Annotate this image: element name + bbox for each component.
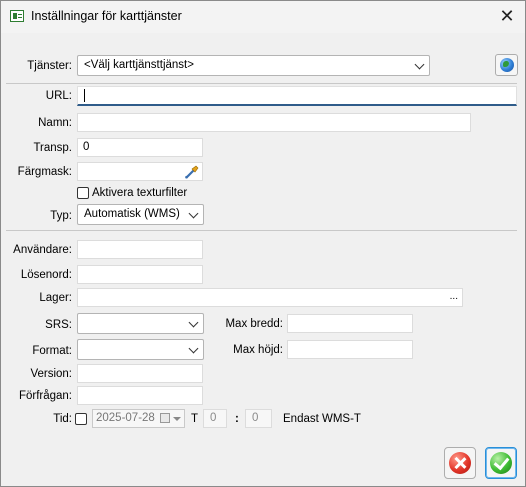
chevron-down-icon <box>188 343 199 354</box>
globe-button[interactable] <box>495 54 518 76</box>
format-label: Format: <box>32 345 72 357</box>
minute-input: 0 <box>245 409 272 428</box>
colormask-label: Färgmask: <box>17 166 72 178</box>
max-height-input[interactable] <box>287 340 413 359</box>
colormask-input[interactable] <box>77 162 203 181</box>
transp-input[interactable]: 0 <box>77 138 203 157</box>
chevron-down-icon <box>188 317 199 328</box>
version-label: Version: <box>30 368 72 380</box>
srs-label: SRS: <box>45 319 72 331</box>
wms-t-note: Endast WMS-T <box>283 413 361 425</box>
text-caret <box>84 89 85 102</box>
separator <box>6 230 517 231</box>
date-picker: 2025-07-28 <box>92 409 185 428</box>
hour-input: 0 <box>203 409 227 428</box>
url-input[interactable] <box>77 86 517 106</box>
request-input[interactable] <box>77 386 203 405</box>
layers-browse-button[interactable]: ... <box>450 291 458 302</box>
texture-filter-label: Aktivera texturfilter <box>92 187 188 199</box>
password-label: Lösenord: <box>20 269 72 281</box>
time-colon: : <box>235 413 239 425</box>
title-bar: Inställningar för karttjänster ✕ <box>1 1 525 33</box>
user-input[interactable] <box>77 240 203 259</box>
globe-icon <box>500 58 514 72</box>
cancel-icon <box>449 452 471 474</box>
eyedropper-icon[interactable] <box>184 164 200 179</box>
services-label: Tjänster: <box>27 60 72 72</box>
dialog-window: Inställningar för karttjänster ✕ Tjänste… <box>0 0 526 487</box>
app-icon <box>10 10 24 22</box>
texture-filter-checkbox[interactable] <box>77 187 89 199</box>
close-icon[interactable]: ✕ <box>489 1 525 33</box>
type-label: Typ: <box>50 210 72 222</box>
layers-label: Lager: <box>39 292 72 304</box>
url-label: URL: <box>45 90 72 102</box>
window-title: Inställningar för karttjänster <box>31 9 182 23</box>
time-label: Tid: <box>53 413 72 425</box>
max-height-label: Max höjd: <box>233 344 283 356</box>
format-select[interactable] <box>77 339 204 360</box>
transp-label: Transp. <box>33 142 72 154</box>
cancel-button[interactable] <box>444 447 476 479</box>
time-t-label: T <box>191 413 199 425</box>
layers-input[interactable]: ... <box>77 288 463 307</box>
max-width-label: Max bredd: <box>225 318 283 330</box>
user-label: Användare: <box>13 244 72 256</box>
type-select[interactable]: Automatisk (WMS) <box>77 204 204 225</box>
password-input[interactable] <box>77 265 203 284</box>
request-label: Förfrågan: <box>18 390 72 402</box>
type-selected-value: Automatisk (WMS) <box>84 208 180 220</box>
dropdown-arrow-icon <box>173 417 181 421</box>
version-input[interactable] <box>77 364 203 383</box>
chevron-down-icon <box>188 208 199 219</box>
ok-button[interactable] <box>485 447 517 479</box>
name-input[interactable] <box>77 113 471 132</box>
chevron-down-icon <box>414 59 425 70</box>
separator <box>6 83 517 84</box>
services-select[interactable]: <Välj karttjänsttjänst> <box>77 55 430 76</box>
name-label: Namn: <box>38 117 72 129</box>
ok-icon <box>490 452 512 474</box>
max-width-input[interactable] <box>287 314 413 333</box>
srs-select[interactable] <box>77 313 204 334</box>
time-checkbox[interactable] <box>75 413 87 425</box>
date-value: 2025-07-28 <box>96 412 155 424</box>
calendar-icon <box>160 413 170 423</box>
services-selected-value: <Välj karttjänsttjänst> <box>84 59 194 71</box>
